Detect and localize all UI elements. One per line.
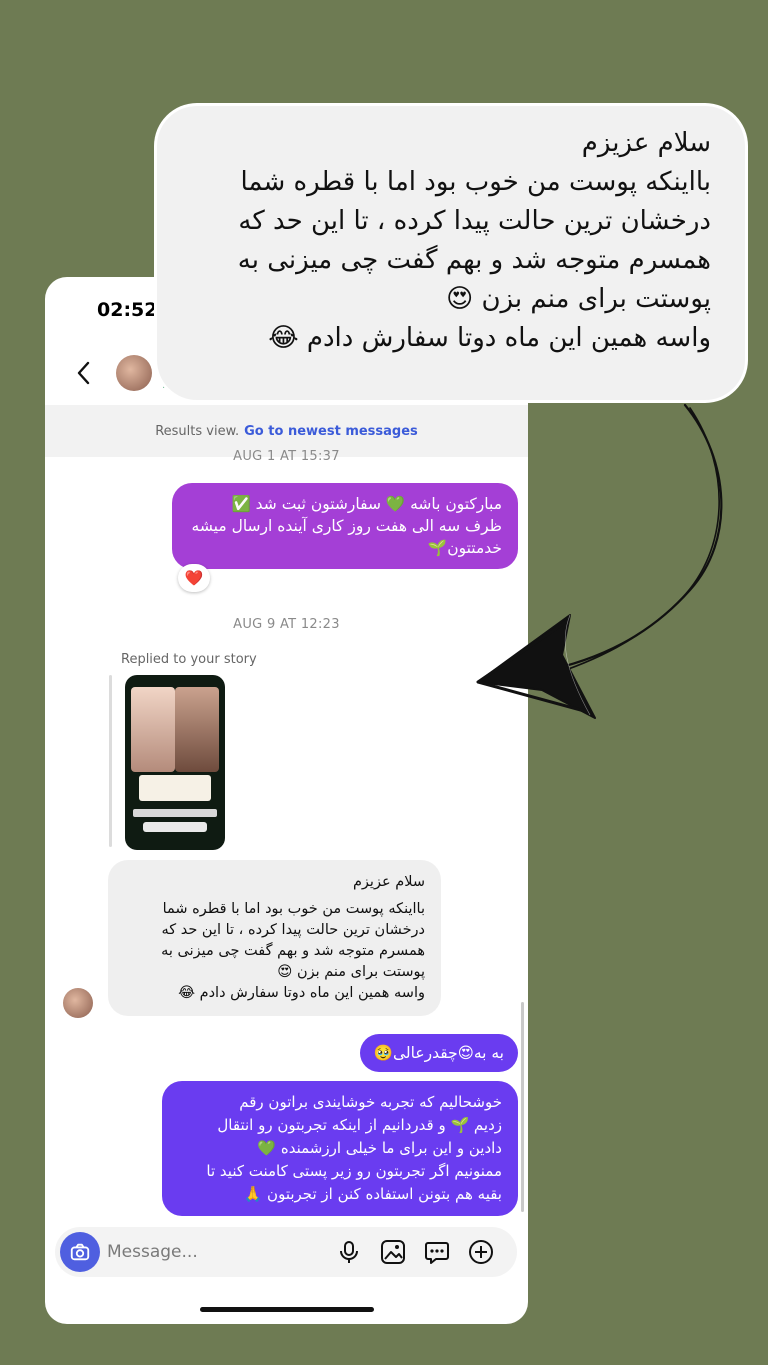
- sticker-icon[interactable]: [423, 1238, 451, 1266]
- message-line: بقیه هم بتونن استفاده کنن از تجربتون 🙏: [243, 1185, 502, 1203]
- chevron-left-icon[interactable]: [73, 359, 95, 387]
- home-indicator: [200, 1307, 374, 1312]
- story-button: [143, 822, 207, 832]
- timestamp: AUG 1 AT 15:37: [233, 449, 340, 464]
- microphone-icon[interactable]: [335, 1238, 363, 1266]
- message-line: ممنونیم اگر تجربتون رو زیر پستی کامنت کن…: [206, 1162, 502, 1180]
- camera-button[interactable]: [60, 1232, 100, 1272]
- callout-line: واسه همین این ماه دوتا سفارش دادم 😂: [268, 323, 711, 353]
- zoomed-message-callout: سلام عزیزم بااینکه پوست من خوب بود اما ب…: [157, 106, 745, 400]
- message-outgoing[interactable]: خوشحالیم که تجربه خوشایندی براتون رقم زد…: [162, 1081, 518, 1216]
- message-outgoing[interactable]: مبارکتون باشه 💚 سفارشتون ثبت شد ✅ ظرف سه…: [172, 483, 518, 569]
- heart-icon[interactable]: ❤️: [178, 564, 210, 592]
- message-line: ظرف سه الی هفت روز کاری آینده ارسال میشه: [191, 517, 502, 535]
- replied-label: Replied to your story: [121, 652, 257, 667]
- message-line: به به😍چقدرعالی🥹: [373, 1044, 504, 1062]
- camera-icon: [70, 1243, 90, 1261]
- scrollbar[interactable]: [521, 1002, 524, 1212]
- message-line: دادین و این برای ما خیلی ارزشمنده 💚: [257, 1139, 502, 1157]
- message-line: مبارکتون باشه 💚 سفارشتون ثبت شد ✅: [231, 495, 502, 513]
- message-line: سلام عزیزم: [352, 874, 425, 890]
- gallery-icon[interactable]: [379, 1238, 407, 1266]
- story-strip: [133, 809, 217, 817]
- message-line: درخشان ترین حالت پیدا کرده ، تا این حد ک…: [161, 922, 425, 938]
- callout-line: پوستت برای منم بزن 😍: [446, 284, 711, 314]
- avatar[interactable]: [63, 988, 93, 1018]
- message-line: زدیم 🌱 و قدردانیم از اینکه تجربتون رو ان…: [217, 1116, 502, 1134]
- message-line: واسه همین این ماه دوتا سفارش دادم 😂: [178, 985, 425, 1001]
- message-line: بااینکه پوست من خوب بود اما با قطره شما: [162, 901, 425, 917]
- status-time: 02:52: [97, 299, 158, 321]
- story-thumbnail[interactable]: [125, 675, 225, 850]
- message-line: همسرم متوجه شد و بهم گفت چی میزنی به: [161, 943, 425, 959]
- results-label: Results view.: [155, 423, 240, 439]
- avatar[interactable]: [116, 355, 152, 391]
- story-image-right: [175, 687, 219, 772]
- callout-line: همسرم متوجه شد و بهم گفت چی میزنی به: [237, 245, 711, 275]
- message-line: خوشحالیم که تجربه خوشایندی براتون رقم: [239, 1093, 502, 1111]
- phone-screenshot: 02:52 R Results view. Go to newest messa…: [45, 277, 528, 1324]
- message-outgoing[interactable]: به به😍چقدرعالی🥹: [359, 1034, 518, 1072]
- timestamp: AUG 9 AT 12:23: [233, 617, 340, 632]
- callout-line: بااینکه پوست من خوب بود اما با قطره شما: [240, 167, 711, 197]
- hand-drawn-arrow-icon: [476, 403, 723, 719]
- plus-icon[interactable]: [467, 1238, 495, 1266]
- story-text-card: [139, 775, 211, 801]
- message-line: خدمتتون🌱: [427, 539, 502, 557]
- callout-line: درخشان ترین حالت پیدا کرده ، تا این حد ک…: [238, 206, 711, 236]
- message-line: پوستت برای منم بزن 😍: [277, 964, 425, 980]
- reply-divider: [109, 675, 112, 847]
- message-composer: [55, 1227, 517, 1277]
- go-to-newest-link[interactable]: Go to newest messages: [244, 424, 418, 439]
- callout-line: سلام عزیزم: [581, 128, 711, 158]
- story-image-left: [131, 687, 175, 772]
- message-incoming[interactable]: سلام عزیزم بااینکه پوست من خوب بود اما ب…: [108, 860, 441, 1016]
- message-input[interactable]: [107, 1237, 307, 1267]
